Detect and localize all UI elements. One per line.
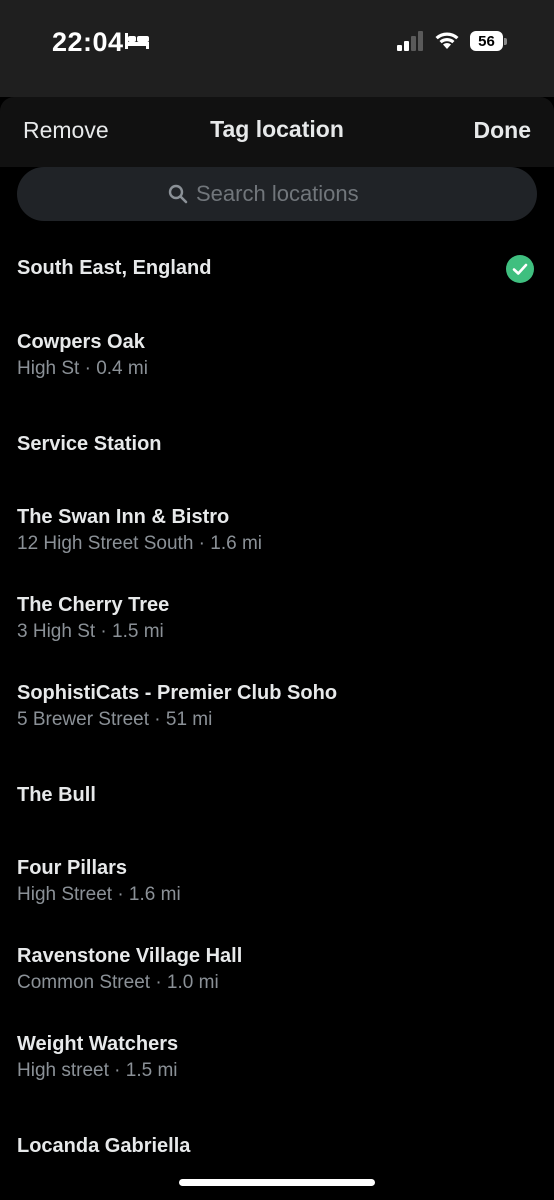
wifi-icon [435,32,459,49]
screen: 22:04 56 Remove Tag location Done Search… [0,0,554,1200]
location-detail: High Street · 1.6 mi [17,884,181,905]
status-time: 22:04 [52,27,124,57]
location-detail: 3 High St · 1.5 mi [17,621,164,642]
search-input[interactable] [196,181,386,207]
home-indicator [179,1179,375,1186]
list-item[interactable]: Weight Watchers High street · 1.5 mi [17,1031,537,1083]
done-button[interactable]: Done [474,117,532,144]
list-item[interactable]: South East, England [17,255,537,281]
sheet-header: Remove Tag location Done [0,97,554,167]
battery-icon: 56 [470,31,507,51]
list-item[interactable]: The Bull [17,782,537,808]
location-detail: 5 Brewer Street · 51 mi [17,709,213,730]
list-item[interactable]: The Cherry Tree 3 High St · 1.5 mi [17,592,537,644]
location-detail: High street · 1.5 mi [17,1060,178,1081]
location-detail: Common Street · 1.0 mi [17,972,219,993]
location-name: Weight Watchers [17,1033,179,1055]
location-name: South East, England [17,257,212,279]
location-name: The Cherry Tree [17,594,170,616]
battery-tip [504,38,507,45]
signal-icon [397,31,423,51]
status-bar: 22:04 56 [0,0,554,97]
list-item[interactable]: Four Pillars High Street · 1.6 mi [17,855,537,907]
location-detail: 12 High Street South · 1.6 mi [17,533,263,554]
page-title: Tag location [210,116,344,142]
check-icon [506,255,534,283]
list-item[interactable]: Ravenstone Village Hall Common Street · 1… [17,943,537,995]
bed-icon [125,33,149,49]
location-name: SophistiCats - Premier Club Soho [17,682,338,704]
list-item[interactable]: The Swan Inn & Bistro 12 High Street Sout… [17,504,537,556]
location-name: Ravenstone Village Hall [17,945,243,967]
list-item[interactable]: Service Station [17,431,537,457]
list-item[interactable]: SophistiCats - Premier Club Soho 5 Brewer… [17,680,537,732]
battery-level: 56 [470,31,503,51]
location-name: Locanda Gabriella [17,1135,191,1157]
location-detail: High St · 0.4 mi [17,358,148,379]
location-name: Cowpers Oak [17,331,145,353]
location-name: Four Pillars [17,857,128,879]
location-name: The Bull [17,784,96,806]
list-item[interactable]: Cowpers Oak High St · 0.4 mi [17,329,537,381]
location-name: The Swan Inn & Bistro [17,506,230,528]
location-name: Service Station [17,433,162,455]
search-icon [168,184,188,204]
search-bar[interactable] [17,167,537,221]
list-item[interactable]: Locanda Gabriella [17,1133,537,1159]
